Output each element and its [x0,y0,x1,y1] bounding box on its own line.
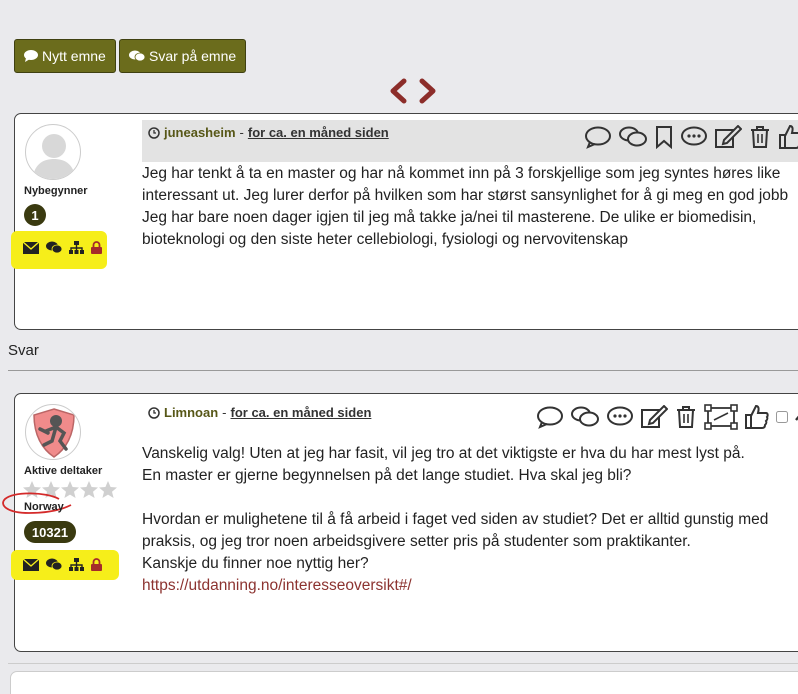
separator: - [239,125,244,140]
post-time[interactable]: for ca. en måned siden [231,405,372,420]
post-line: Hvordan er mulighetene til å få arbeid i… [142,511,769,528]
post-line: Kanskje du finner noe nyttig her? [142,555,369,572]
post-header: Limnoan - for ca. en måned siden [142,400,798,442]
user-country: Norway [24,501,64,513]
comments-icon[interactable] [570,405,600,429]
reply-topic-label: Svar på emne [149,48,237,64]
author-name[interactable]: Limnoan [164,405,218,420]
trash-icon[interactable] [748,125,772,149]
speech-bubble-icon [24,50,38,62]
lock-icon[interactable] [91,558,102,571]
comments-icon[interactable] [46,558,62,571]
lock-icon[interactable] [91,241,102,254]
post-line: En master er gjerne begynnelsen på det l… [142,467,632,484]
post-actions [536,404,798,430]
comments-icon [129,50,145,62]
star-icon [99,481,117,498]
user-rank: Nybegynner [24,185,88,197]
replies-heading: Svar [8,342,39,359]
post-count-badge: 10321 [24,521,76,543]
user-actions [23,241,102,254]
post-line: Jeg har tenkt å ta en master og har nå k… [142,165,781,182]
post-author-line: Limnoan - for ca. en måned siden [148,405,371,420]
user-rank: Aktive deltaker [24,465,103,477]
envelope-icon[interactable] [23,558,39,571]
divider [8,370,798,371]
next-post-preview [10,671,798,694]
split-icon[interactable] [704,404,738,430]
select-checkbox[interactable] [776,411,788,423]
thumbs-up-icon[interactable] [778,124,798,150]
post-actions [584,124,798,150]
avatar[interactable] [25,124,81,180]
sitemap-icon[interactable] [69,558,84,571]
edit-icon[interactable] [714,125,742,149]
comment-icon[interactable] [584,125,612,149]
post-reply: Aktive deltaker Norway 10321 Limnoan - f… [2,393,798,652]
post-line: interessant ut. Jeg lurer derfor på hvil… [142,187,789,204]
commenting-icon[interactable] [680,125,708,149]
user-actions [23,558,102,571]
new-topic-label: Nytt emne [42,48,106,64]
star-icon [80,481,98,498]
comment-icon[interactable] [536,405,564,429]
chevron-left-icon[interactable] [388,78,408,104]
chevron-right-icon[interactable] [418,78,438,104]
edit-icon[interactable] [640,405,668,429]
author-name[interactable]: juneasheim [164,125,236,140]
pager [388,78,438,104]
post-line: Jeg har bare noen dager igjen til jeg må… [142,209,757,226]
default-user-icon [32,134,76,179]
post-time[interactable]: for ca. en måned siden [248,125,389,140]
post-original: Nybegynner 1 juneasheim - for ca. en mån… [11,113,798,330]
post-link[interactable]: https://utdanning.no/interesseoversikt#/ [142,577,412,594]
clock-icon [148,126,160,139]
post-line [142,487,768,509]
commenting-icon[interactable] [606,405,634,429]
post-line: praksis, og jeg tror noen arbeidsgivere … [142,533,691,550]
post-body: Vanskelig valg! Uten at jeg har fasit, v… [142,443,768,597]
sitemap-icon[interactable] [69,241,84,254]
mascot-avatar-icon [33,408,75,458]
post-count-badge: 1 [24,204,46,226]
post-line: Vanskelig valg! Uten at jeg har fasit, v… [142,445,745,462]
new-topic-button[interactable]: Nytt emne [14,39,116,73]
comments-icon[interactable] [46,241,62,254]
trash-icon[interactable] [674,405,698,429]
comments-icon[interactable] [618,125,648,149]
clock-icon [148,406,160,419]
post-body: Jeg har tenkt å ta en master og har nå k… [142,163,788,251]
post-author-line: juneasheim - for ca. en måned siden [148,125,389,140]
reply-topic-button[interactable]: Svar på emne [119,39,247,73]
chevron-up-icon[interactable] [794,410,798,424]
bookmark-icon[interactable] [654,125,674,149]
post-line: bioteknologi og den siste heter cellebio… [142,231,628,248]
avatar[interactable] [25,404,81,460]
separator: - [222,405,227,420]
post-header: juneasheim - for ca. en måned siden [142,120,798,162]
thumbs-up-icon[interactable] [744,404,770,430]
divider [8,663,798,664]
envelope-icon[interactable] [23,241,39,254]
